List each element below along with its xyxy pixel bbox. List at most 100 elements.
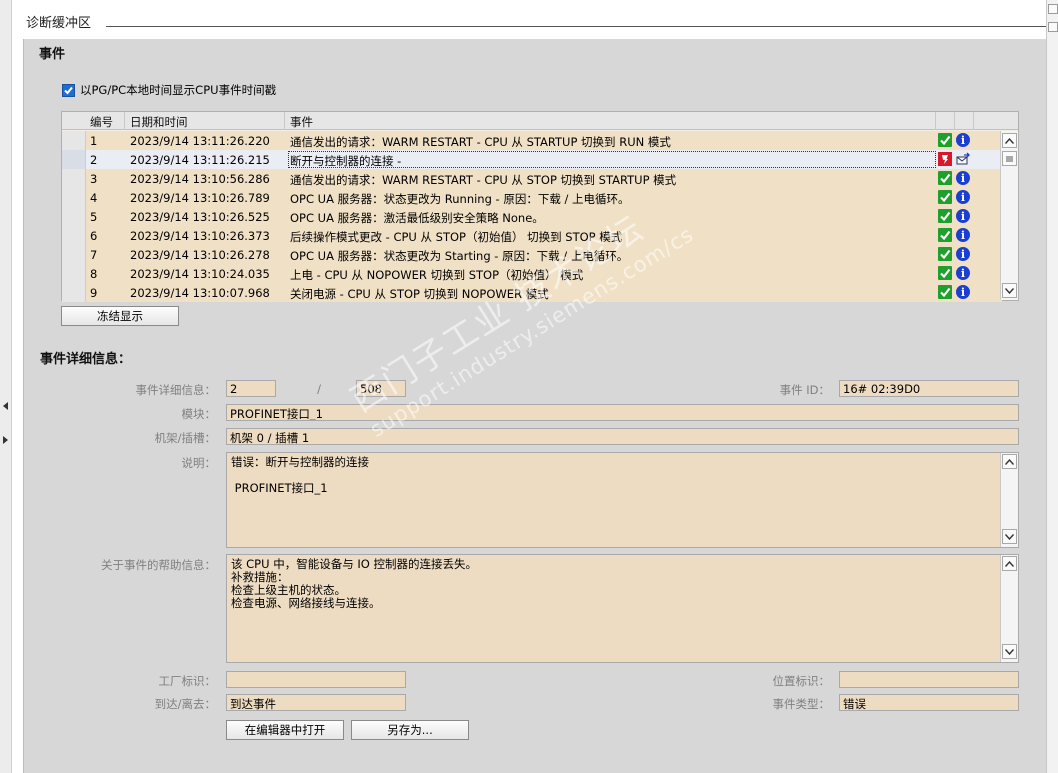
info-icon: i (956, 266, 970, 280)
ok-check-icon (938, 266, 952, 280)
row-header-cell[interactable] (62, 131, 86, 150)
table-row[interactable]: 7 2023/9/14 13:10:26.278 OPC UA 服务器：状态更改为 … (62, 245, 1002, 264)
table-header: 编号 日期和时间 事件 (62, 112, 1018, 130)
info-icon: i (956, 171, 970, 185)
ok-check-icon (938, 133, 952, 147)
table-vertical-scrollbar[interactable] (1000, 131, 1018, 300)
events-table[interactable]: 编号 日期和时间 事件 1 2023/9/14 13:11:26.220 通信发出的… (61, 111, 1019, 302)
description-line (231, 469, 1014, 482)
grip-lines-icon (1006, 156, 1013, 161)
description-line: 错误：断开与控制器的连接 (231, 455, 369, 469)
table-row[interactable]: 6 2023/9/14 13:10:26.373 后续操作模式更改 - CPU 从 … (62, 226, 1002, 245)
row-event-text: OPC UA 服务器：状态更改为 Running - 原因：下载 / 上电循环。 (290, 192, 630, 206)
scroll-up-button[interactable] (1002, 454, 1017, 469)
help-line: 补救措施： (231, 570, 289, 584)
column-header-no[interactable]: 编号 (90, 114, 113, 130)
plant-id-field (226, 671, 406, 688)
right-scroll-strip[interactable] (1046, 0, 1058, 773)
row-event-text: 通信发出的请求：WARM RESTART - CPU 从 STARTUP 切换到… (290, 135, 671, 149)
row-event-text: 通信发出的请求：WARM RESTART - CPU 从 STOP 切换到 ST… (290, 173, 677, 187)
mini-scroll-button[interactable] (1048, 22, 1058, 32)
open-in-editor-button[interactable]: 在编辑器中打开 (226, 720, 344, 740)
ok-check-icon (938, 228, 952, 242)
plant-id-label: 工厂标识： (158, 674, 217, 688)
table-row[interactable]: 8 2023/9/14 13:10:24.035 上电 - CPU 从 NOPOWE… (62, 264, 1002, 283)
arrival-label: 到达/离去： (154, 697, 216, 711)
events-section-title: 事件 (39, 47, 66, 62)
mini-scroll-button[interactable] (1048, 4, 1058, 14)
local-time-checkbox-row[interactable]: 以PG/PC本地时间显示CPU事件时间戳 (62, 82, 276, 98)
info-icon: i (956, 247, 970, 261)
row-number: 6 (90, 229, 98, 243)
event-type-label: 事件类型： (772, 697, 831, 711)
row-number: 2 (90, 153, 98, 167)
scroll-down-button[interactable] (1002, 283, 1017, 298)
help-text: 该 CPU 中，智能设备与 IO 控制器的连接丢失。 补救措施： 检查上级主机的状态… (231, 558, 1014, 610)
rack-slot-label: 机架/插槽： (154, 431, 216, 445)
help-scrollbar[interactable] (1000, 555, 1018, 662)
row-number: 1 (90, 134, 98, 148)
table-row[interactable]: 1 2023/9/14 13:11:26.220 通信发出的请求：WARM REST… (62, 131, 1002, 150)
column-divider[interactable] (124, 112, 125, 130)
column-divider[interactable] (954, 112, 955, 130)
info-icon: i (956, 285, 970, 299)
event-id-field: 16# 02:39D0 (839, 380, 1019, 397)
module-field: PROFINET接口_1 (226, 404, 1019, 421)
outgoing-event-icon (956, 152, 970, 166)
detail-index-field: 2 (226, 380, 276, 397)
column-divider[interactable] (284, 112, 285, 130)
row-header-cell[interactable] (62, 207, 86, 226)
help-label: 关于事件的帮助信息： (101, 558, 216, 572)
column-header-datetime[interactable]: 日期和时间 (130, 114, 188, 130)
table-row[interactable]: 2 2023/9/14 13:11:26.215 断开与控制器的连接 - (62, 150, 1002, 169)
row-header-cell[interactable] (62, 226, 86, 245)
row-number: 5 (90, 210, 98, 224)
event-type-field: 错误 (839, 694, 1019, 711)
info-icon: i (956, 209, 970, 223)
scroll-down-button[interactable] (1002, 529, 1017, 544)
save-as-button[interactable]: 另存为... (351, 720, 469, 740)
location-id-field (839, 671, 1019, 688)
table-row[interactable]: 9 2023/9/14 13:10:07.968 关闭电源 - CPU 从 STOP… (62, 283, 1002, 302)
row-number: 3 (90, 172, 98, 186)
description-scrollbar[interactable] (1000, 453, 1018, 547)
row-header-cell[interactable] (62, 188, 86, 207)
freeze-display-button[interactable]: 冻结显示 (61, 306, 179, 326)
row-header-cell[interactable] (62, 264, 86, 283)
row-header-cell[interactable] (62, 150, 86, 169)
column-divider[interactable] (935, 112, 936, 130)
left-collapse-strip[interactable] (0, 0, 12, 773)
table-row[interactable]: 4 2023/9/14 13:10:26.789 OPC UA 服务器：状态更改为 … (62, 188, 1002, 207)
event-id-label: 事件 ID： (779, 383, 830, 397)
help-textarea[interactable]: 该 CPU 中，智能设备与 IO 控制器的连接丢失。 补救措施： 检查上级主机的状态… (226, 554, 1019, 663)
row-header-cell[interactable] (62, 245, 86, 264)
description-textarea[interactable]: 错误：断开与控制器的连接 PROFINET接口_1 (226, 452, 1019, 548)
local-time-checkbox-label[interactable]: 以PG/PC本地时间显示CPU事件时间戳 (80, 82, 276, 98)
chevron-down-icon (1005, 287, 1014, 294)
row-datetime: 2023/9/14 13:10:26.525 (130, 210, 270, 224)
table-row[interactable]: 3 2023/9/14 13:10:56.286 通信发出的请求：WARM REST… (62, 169, 1002, 188)
table-row[interactable]: 5 2023/9/14 13:10:26.525 OPC UA 服务器：激活最低级别… (62, 207, 1002, 226)
column-divider[interactable] (973, 112, 974, 130)
row-event-text: OPC UA 服务器：状态更改为 Starting - 原因：下载 / 上电循环… (290, 249, 629, 263)
title-divider (106, 26, 1046, 27)
local-time-checkbox[interactable] (62, 83, 75, 97)
event-details-title: 事件详细信息： (40, 352, 132, 367)
column-header-event[interactable]: 事件 (290, 114, 313, 130)
row-number: 7 (90, 248, 98, 262)
row-datetime: 2023/9/14 13:11:26.220 (130, 134, 270, 148)
ok-check-icon (938, 190, 952, 204)
detail-separator: / (317, 382, 321, 396)
scroll-down-button[interactable] (1002, 644, 1017, 659)
collapse-left-arrow-icon[interactable] (3, 402, 8, 410)
row-datetime: 2023/9/14 13:10:56.286 (130, 172, 270, 186)
chevron-up-icon (1005, 458, 1014, 465)
row-event-text: 关闭电源 - CPU 从 STOP 切换到 NOPOWER 模式 (290, 287, 549, 301)
scroll-up-button[interactable] (1002, 556, 1017, 571)
expand-right-arrow-icon[interactable] (3, 436, 8, 444)
scroll-up-button[interactable] (1002, 133, 1017, 148)
row-header-cell[interactable] (62, 169, 86, 188)
help-line: 检查电源、网络接线与连接。 (231, 596, 381, 610)
scroll-thumb[interactable] (1002, 151, 1017, 166)
row-header-cell[interactable] (62, 283, 86, 302)
